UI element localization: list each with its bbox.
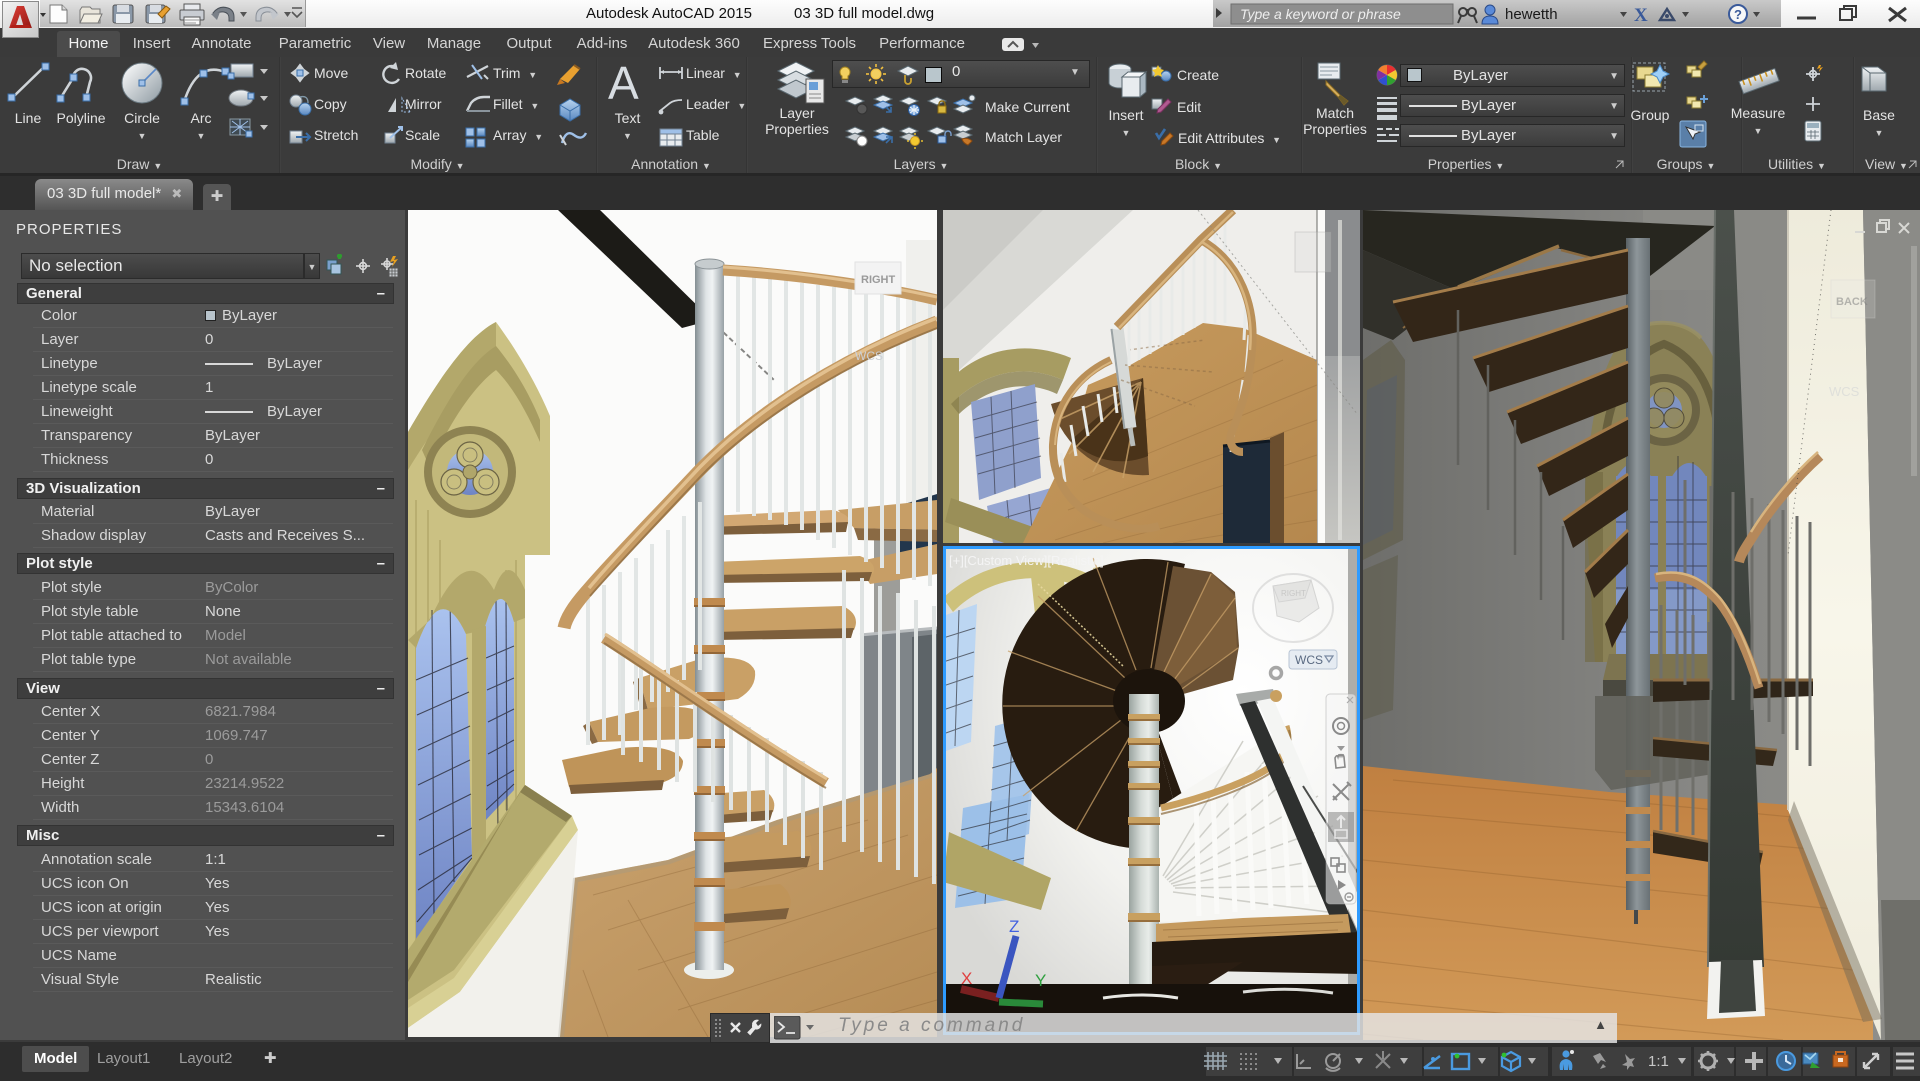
svg-text:BACK: BACK bbox=[1836, 296, 1868, 308]
svg-text:?: ? bbox=[1734, 7, 1742, 22]
svg-text:WCS: WCS bbox=[1295, 653, 1323, 667]
svg-text:WCS: WCS bbox=[855, 349, 883, 363]
svg-text:Type a keyword or phrase: Type a keyword or phrase bbox=[1240, 6, 1401, 22]
svg-text:WCS: WCS bbox=[1829, 384, 1860, 399]
svg-text:X: X bbox=[1634, 5, 1648, 26]
svg-text:RIGHT: RIGHT bbox=[861, 274, 896, 286]
svg-text:Y: Y bbox=[1035, 971, 1046, 990]
svg-text:A: A bbox=[608, 57, 639, 109]
svg-text:hewetth: hewetth bbox=[1505, 6, 1558, 23]
svg-text:1:1: 1:1 bbox=[1648, 1053, 1669, 1070]
svg-text:RIGHT: RIGHT bbox=[1281, 589, 1306, 598]
svg-text:[+][Custom View][Realistic]: [+][Custom View][Realistic] bbox=[949, 553, 1104, 568]
svg-text:Z: Z bbox=[1009, 917, 1019, 936]
svg-text:X: X bbox=[961, 969, 972, 988]
